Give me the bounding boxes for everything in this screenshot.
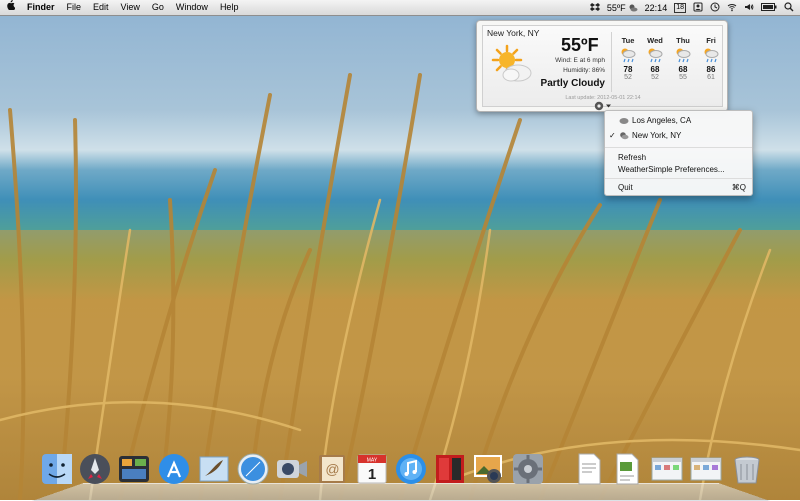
launchpad-icon[interactable] bbox=[78, 452, 112, 486]
calendar-icon[interactable]: MAY 1 bbox=[355, 452, 389, 486]
document-icon[interactable] bbox=[572, 452, 606, 486]
weather-wind: Wind: E at 6 mph bbox=[555, 57, 605, 64]
volume-icon[interactable] bbox=[744, 2, 754, 14]
forecast-day: Fri 86 61 bbox=[697, 36, 725, 81]
menu-window[interactable]: Window bbox=[170, 0, 214, 15]
forecast-low: 61 bbox=[707, 74, 715, 81]
menu-item-label: Quit bbox=[618, 183, 633, 192]
weather-divider bbox=[611, 32, 612, 92]
forecast-low: 52 bbox=[651, 74, 659, 81]
weather-options-menu: Los Angeles, CA ✓ New York, NY Refresh W… bbox=[604, 110, 753, 196]
calendar-month: MAY bbox=[367, 458, 378, 464]
weather-current-temp: 55ºF bbox=[561, 35, 599, 55]
forecast-day: Tue 78 52 bbox=[614, 36, 642, 81]
wifi-icon[interactable] bbox=[727, 2, 737, 14]
menu-go[interactable]: Go bbox=[146, 0, 170, 15]
photo-booth-icon[interactable] bbox=[433, 452, 467, 486]
menu-file[interactable]: File bbox=[61, 0, 88, 15]
apple-logo-icon[interactable] bbox=[0, 0, 21, 15]
menubar-weather-temp: 55ºF bbox=[606, 2, 626, 13]
menu-item-label: Los Angeles, CA bbox=[632, 116, 692, 125]
mail-icon[interactable] bbox=[197, 452, 231, 486]
svg-text:@: @ bbox=[325, 461, 339, 477]
forecast-day: Wed 68 52 bbox=[641, 36, 669, 81]
menu-bar: Finder File Edit View Go Window Help 55º… bbox=[0, 0, 800, 16]
finder-window-icon-2[interactable] bbox=[689, 452, 723, 486]
rain-sun-icon bbox=[621, 48, 636, 63]
checkmark-icon: ✓ bbox=[609, 131, 616, 140]
menu-item-los-angeles[interactable]: Los Angeles, CA bbox=[605, 114, 752, 127]
menu-view[interactable]: View bbox=[115, 0, 146, 15]
forecast-low: 55 bbox=[679, 74, 687, 81]
calendar-dock-day: 1 bbox=[368, 466, 376, 483]
forecast-day-name: Thu bbox=[676, 36, 690, 45]
menu-help[interactable]: Help bbox=[214, 0, 245, 15]
iphoto-icon[interactable] bbox=[472, 452, 506, 486]
trash-icon[interactable] bbox=[730, 452, 764, 486]
menu-separator bbox=[605, 147, 752, 148]
forecast-high: 68 bbox=[650, 65, 660, 74]
weather-city: New York, NY bbox=[487, 28, 540, 38]
forecast-day: Thu 68 55 bbox=[669, 36, 697, 81]
menubar-weather-status[interactable]: 55ºF bbox=[607, 3, 638, 13]
menu-item-label: WeatherSimple Preferences... bbox=[618, 165, 725, 174]
menu-shortcut: ⌘Q bbox=[731, 183, 746, 192]
safari-icon[interactable] bbox=[236, 452, 270, 486]
menu-item-preferences[interactable]: WeatherSimple Preferences... bbox=[605, 163, 752, 176]
contacts-icon[interactable]: @ bbox=[315, 452, 349, 486]
chevron-down-icon bbox=[606, 104, 611, 108]
preview-icon[interactable] bbox=[610, 452, 644, 486]
menu-edit[interactable]: Edit bbox=[87, 0, 115, 15]
app-store-icon[interactable] bbox=[157, 452, 191, 486]
contacts-menubar-icon[interactable] bbox=[693, 2, 703, 14]
facetime-icon[interactable] bbox=[275, 452, 309, 486]
menubar-clock[interactable]: 22:14 bbox=[645, 3, 668, 13]
system-preferences-icon[interactable] bbox=[511, 452, 545, 486]
rain-sun-icon bbox=[676, 48, 691, 63]
forecast-day-name: Fri bbox=[706, 36, 716, 45]
forecast-day-name: Tue bbox=[621, 36, 635, 45]
spotlight-search-icon[interactable] bbox=[784, 1, 794, 14]
rain-sun-icon bbox=[648, 48, 663, 63]
gear-icon bbox=[594, 101, 604, 111]
weather-humidity: Humidity: 86% bbox=[563, 67, 605, 74]
mission-control-icon[interactable] bbox=[117, 452, 151, 486]
weather-condition: Partly Cloudy bbox=[540, 78, 605, 89]
rain-sun-icon bbox=[704, 48, 719, 63]
calendar-day: 18 bbox=[676, 3, 684, 11]
partly-cloudy-icon bbox=[629, 4, 638, 11]
menu-separator bbox=[605, 178, 752, 179]
app-menu-finder[interactable]: Finder bbox=[21, 0, 61, 15]
partly-cloudy-icon bbox=[620, 132, 629, 140]
calendar-menubar-icon[interactable]: 18 bbox=[674, 2, 686, 13]
forecast-high: 78 bbox=[623, 65, 633, 74]
menu-item-new-york[interactable]: ✓ New York, NY bbox=[605, 129, 752, 142]
forecast-high: 68 bbox=[678, 65, 688, 74]
finder-icon[interactable] bbox=[40, 452, 74, 486]
weather-panel-content: New York, NY 55ºF Wind: E at 6 mph Humid… bbox=[482, 25, 723, 107]
menu-item-quit[interactable]: Quit ⌘Q bbox=[605, 181, 752, 194]
cloudy-icon bbox=[619, 118, 629, 124]
forecast-day-name: Wed bbox=[647, 36, 663, 45]
dropbox-icon[interactable] bbox=[589, 2, 600, 14]
itunes-icon[interactable] bbox=[394, 452, 428, 486]
forecast-low: 52 bbox=[624, 74, 632, 81]
time-machine-icon[interactable] bbox=[710, 2, 720, 14]
finder-window-icon[interactable] bbox=[650, 452, 684, 486]
forecast-high: 86 bbox=[706, 65, 716, 74]
battery-icon[interactable] bbox=[761, 2, 777, 13]
menu-item-label: New York, NY bbox=[632, 131, 682, 140]
